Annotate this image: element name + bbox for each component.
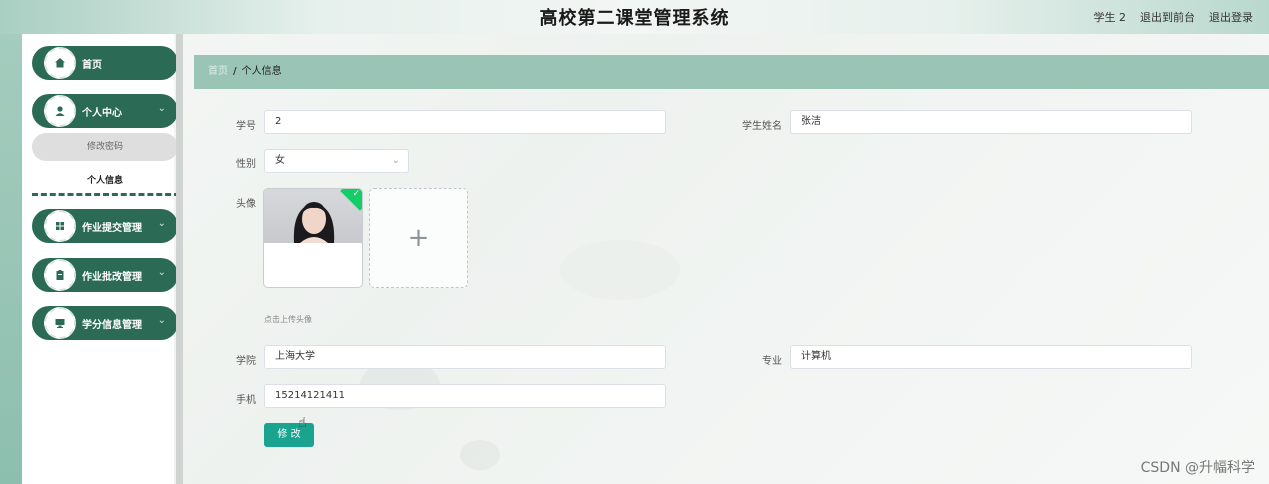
sidebar-subitem-label: 修改密码 <box>86 142 123 152</box>
monitor-icon <box>44 307 76 339</box>
to-front-link[interactable]: 退出到前台 <box>1140 9 1195 25</box>
student-id-input[interactable]: 2 <box>264 110 666 134</box>
grid-icon <box>44 210 76 242</box>
sidebar-divider <box>176 34 183 484</box>
phone-input[interactable]: 15214121411 <box>264 384 666 408</box>
student-name-input[interactable]: 张洁 <box>790 110 1192 134</box>
breadcrumb-separator: / <box>233 66 237 77</box>
avatar-preview-card[interactable]: ✓ <box>263 188 363 288</box>
header-actions: 学生 2 退出到前台 退出登录 <box>1094 9 1254 25</box>
sidebar-item-label: 学分信息管理 <box>82 320 142 331</box>
logout-link[interactable]: 退出登录 <box>1209 9 1253 25</box>
sidebar-item-label: 作业批改管理 <box>82 272 142 283</box>
sidebar-subitem-label: 个人信息 <box>86 176 123 186</box>
user-name: 学生 2 <box>1093 11 1127 24</box>
app-root: 高校第二课堂管理系统 学生 2 退出到前台 退出登录 首页 个人中心 ⌄ 修改密… <box>0 0 1269 484</box>
left-accent-strip <box>0 34 22 484</box>
chevron-down-icon: ⌄ <box>157 103 166 114</box>
sidebar-item-personal-center[interactable]: 个人中心 ⌄ <box>32 94 178 128</box>
gender-select[interactable]: 女 ⌄ <box>264 149 409 173</box>
college-label: 学院 <box>236 356 256 367</box>
sidebar-item-label: 首页 <box>82 60 102 71</box>
user-icon <box>44 95 76 127</box>
page-title: 高校第二课堂管理系统 <box>539 8 730 29</box>
sidebar-item-homework-grading[interactable]: 作业批改管理 ⌄ <box>32 258 178 292</box>
sidebar-subitem-change-password[interactable]: 修改密码 <box>32 133 178 161</box>
avatar-upload-button[interactable]: + <box>369 188 468 288</box>
active-indicator-line <box>32 193 180 196</box>
upload-hint: 点击上传头像 <box>264 315 312 324</box>
major-input[interactable]: 计算机 <box>790 345 1192 369</box>
student-id-label: 学号 <box>236 121 256 132</box>
sidebar-item-credit-info[interactable]: 学分信息管理 ⌄ <box>32 306 178 340</box>
home-icon <box>44 47 76 79</box>
background-decoration <box>560 240 680 300</box>
sidebar-item-home[interactable]: 首页 <box>32 46 178 80</box>
gender-label: 性别 <box>236 159 256 170</box>
chevron-down-icon: ⌄ <box>157 267 166 278</box>
background-decoration <box>460 440 500 470</box>
sidebar: 首页 个人中心 ⌄ 修改密码 个人信息 作业提交管理 ⌄ 作业批改管理 ⌄ 学分… <box>22 34 180 484</box>
mouse-cursor-icon: ☝ <box>298 415 307 431</box>
chevron-down-icon: ⌄ <box>157 315 166 326</box>
sidebar-item-label: 个人中心 <box>82 108 122 119</box>
chevron-down-icon: ⌄ <box>157 218 166 229</box>
sidebar-item-label: 作业提交管理 <box>82 223 142 234</box>
sidebar-subitem-personal-info[interactable]: 个人信息 <box>32 167 178 195</box>
major-label: 专业 <box>762 356 782 367</box>
gender-select-value: 女 <box>275 155 285 166</box>
top-header: 高校第二课堂管理系统 学生 2 退出到前台 退出登录 <box>0 0 1269 34</box>
plus-icon: + <box>407 223 430 253</box>
avatar-label: 头像 <box>236 199 256 210</box>
breadcrumb-current: 个人信息 <box>241 66 282 77</box>
college-input[interactable]: 上海大学 <box>264 345 666 369</box>
student-name-label: 学生姓名 <box>742 121 782 132</box>
breadcrumb: 首页 / 个人信息 <box>194 55 1269 89</box>
breadcrumb-home[interactable]: 首页 <box>208 66 228 77</box>
clipboard-icon <box>44 259 76 291</box>
watermark: CSDN @升幅科学 <box>1140 460 1255 476</box>
chevron-down-icon: ⌄ <box>391 155 400 166</box>
sidebar-item-homework-submit[interactable]: 作业提交管理 ⌄ <box>32 209 178 243</box>
phone-label: 手机 <box>236 395 256 406</box>
check-icon: ✓ <box>352 189 360 199</box>
